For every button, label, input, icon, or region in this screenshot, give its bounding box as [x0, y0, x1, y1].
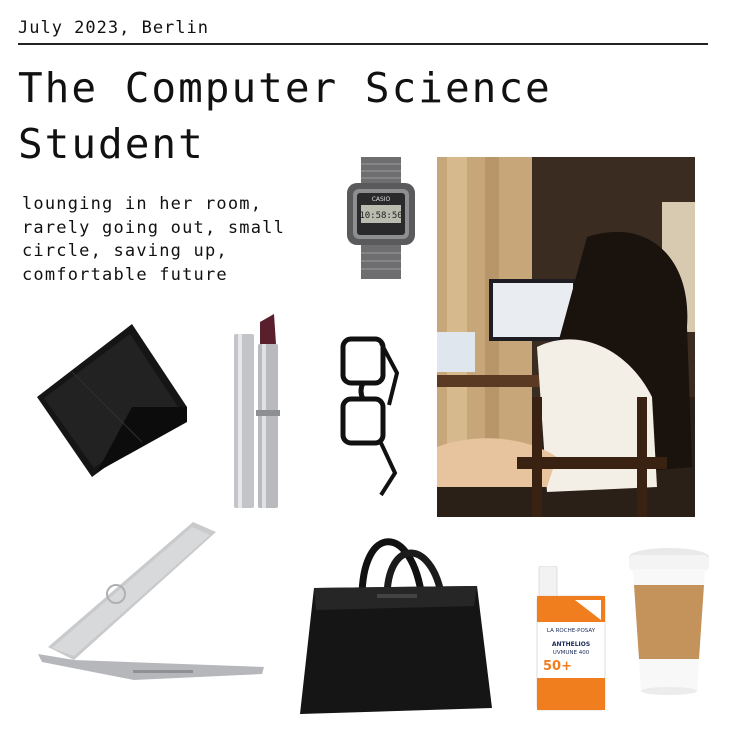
sunscreen-sub: UVMUNE 400 [553, 650, 590, 656]
watch-image: CASIO 10:58:50 [345, 157, 417, 279]
sunscreen-brand: LA ROCHE-POSAY [547, 628, 596, 634]
coffee-cup-image [625, 545, 715, 697]
header-divider [18, 43, 708, 45]
glasses-image [337, 333, 403, 499]
tagline-line: lounging in her room, [22, 194, 263, 214]
page-title: The Computer Science Student [18, 60, 552, 172]
title-line-1: The Computer Science [18, 64, 552, 112]
sunscreen-spf: 50+ [543, 659, 572, 674]
sunscreen-line: ANTHELIOS [552, 641, 590, 648]
student-photo [437, 157, 695, 517]
tagline-line: comfortable future [22, 264, 228, 285]
sunscreen-image: LA ROCHE-POSAY ANTHELIOS UVMUNE 400 50+ [535, 566, 607, 712]
tagline: lounging in her room, rarely going out, … [22, 193, 332, 287]
tagline-line: circle, saving up, [22, 241, 228, 261]
lipstick-image [232, 314, 282, 510]
wallet-image [32, 322, 192, 482]
handbag-image [292, 528, 498, 720]
laptop-image [38, 522, 266, 684]
watch-brand: CASIO [372, 196, 391, 203]
tagline-line: rarely going out, small [22, 217, 286, 238]
watch-screen: 10:58:50 [359, 211, 402, 221]
dateline: July 2023, Berlin [18, 18, 209, 38]
